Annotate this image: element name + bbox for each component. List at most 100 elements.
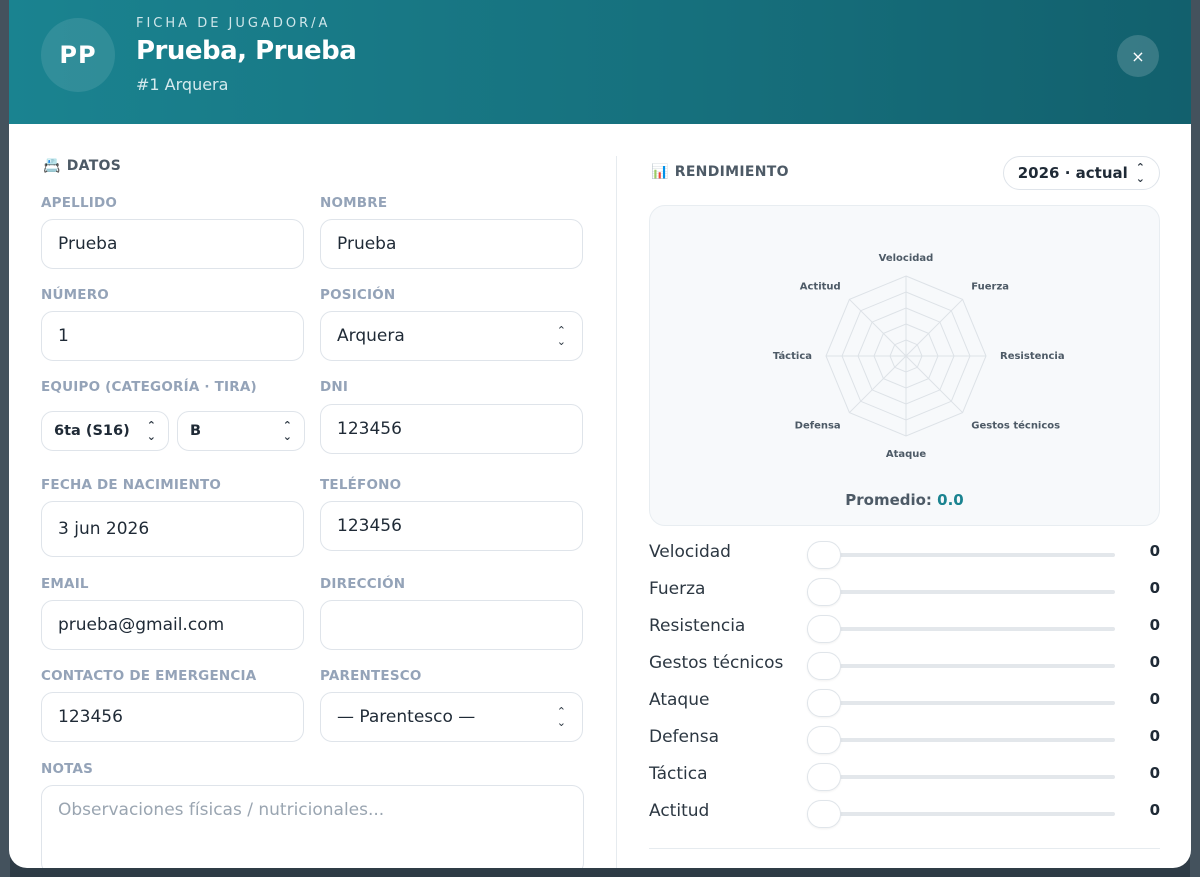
fecha-nacimiento-label: FECHA DE NACIMIENTO: [41, 477, 222, 493]
slider-thumb[interactable]: [807, 800, 841, 828]
stat-value: 0: [1149, 690, 1160, 708]
tira-select[interactable]: B ⌃ ⌄: [177, 411, 305, 451]
stat-slider[interactable]: [807, 541, 1115, 569]
notas-placeholder: Observaciones físicas / nutricionales...: [58, 800, 385, 820]
stat-row: Actitud 0: [649, 795, 1160, 832]
slider-thumb[interactable]: [807, 763, 841, 791]
modal-eyebrow: FICHA DE JUGADOR/A: [136, 16, 331, 31]
dni-label: DNI: [320, 379, 349, 395]
stat-row: Velocidad 0: [649, 536, 1160, 573]
player-modal: PP FICHA DE JUGADOR/A Prueba, Prueba #1 …: [9, 0, 1191, 868]
stat-value: 0: [1149, 579, 1160, 597]
chevron-updown-icon: ⌃ ⌄: [146, 419, 156, 443]
nombre-input[interactable]: Prueba: [320, 219, 583, 269]
notas-label: NOTAS: [41, 761, 94, 777]
stat-slider[interactable]: [807, 689, 1115, 717]
stat-value: 0: [1149, 801, 1160, 819]
parentesco-label: PARENTESCO: [320, 668, 422, 684]
stat-slider[interactable]: [807, 615, 1115, 643]
telefono-input[interactable]: 123456: [320, 501, 583, 551]
parentesco-select[interactable]: — Parentesco — ⌃ ⌄: [320, 692, 583, 742]
stat-value: 0: [1149, 616, 1160, 634]
radar-chart: Velocidad Fuerza Resistencia Gestos técnico…: [773, 253, 1065, 460]
stat-slider[interactable]: [807, 652, 1115, 680]
slider-thumb[interactable]: [807, 615, 841, 643]
apellido-value: Prueba: [58, 234, 118, 254]
slider-thumb[interactable]: [807, 652, 841, 680]
stat-name: Táctica: [649, 764, 708, 784]
backdrop-right: [1190, 0, 1200, 877]
radar-label: Fuerza: [971, 282, 1009, 293]
stat-slider[interactable]: [807, 800, 1115, 828]
parentesco-value: — Parentesco —: [337, 707, 476, 727]
contacto-emergencia-input[interactable]: 123456: [41, 692, 304, 742]
promedio-label: Promedio:: [845, 491, 932, 509]
rendimiento-panel: 📊 RENDIMIENTO 2026 · actual ⌃ ⌄ Velocidad…: [649, 124, 1160, 868]
radar-label: Actitud: [800, 282, 841, 293]
stat-name: Velocidad: [649, 542, 731, 562]
stats-bottom-divider: [649, 848, 1160, 849]
promedio: Promedio: 0.0: [650, 491, 1159, 509]
year-select[interactable]: 2026 · actual ⌃ ⌄: [1002, 156, 1160, 190]
slider-thumb[interactable]: [807, 578, 841, 606]
chevron-updown-icon: ⌃ ⌄: [556, 324, 566, 348]
tira-value: B: [190, 423, 202, 439]
dni-value: 123456: [337, 419, 402, 439]
email-label: EMAIL: [41, 576, 89, 592]
fecha-nacimiento-input[interactable]: 3 jun 2026: [41, 501, 304, 557]
modal-header: PP FICHA DE JUGADOR/A Prueba, Prueba #1 …: [9, 0, 1191, 124]
column-divider: [616, 156, 617, 868]
radar-label: Defensa: [795, 420, 841, 431]
email-input[interactable]: prueba@gmail.com: [41, 600, 304, 650]
fecha-nacimiento-value: 3 jun 2026: [58, 519, 150, 539]
bar-chart-icon: 📊: [651, 164, 669, 180]
numero-label: NÚMERO: [41, 287, 109, 303]
direccion-label: DIRECCIÓN: [320, 576, 406, 592]
stat-name: Ataque: [649, 690, 710, 710]
stat-value: 0: [1149, 727, 1160, 745]
categoria-value: 6ta (S16): [54, 423, 130, 439]
notas-textarea[interactable]: Observaciones físicas / nutricionales...: [41, 785, 584, 868]
direccion-input[interactable]: [320, 600, 583, 650]
posicion-select[interactable]: Arquera ⌃ ⌄: [320, 311, 583, 361]
chevron-updown-icon: ⌃ ⌄: [1135, 161, 1145, 185]
stat-row: Fuerza 0: [649, 573, 1160, 610]
stat-value: 0: [1149, 542, 1160, 560]
numero-input[interactable]: 1: [41, 311, 304, 361]
numero-value: 1: [58, 326, 69, 346]
dni-input[interactable]: 123456: [320, 404, 583, 454]
stat-slider[interactable]: [807, 763, 1115, 791]
radar-label: Velocidad: [879, 253, 934, 264]
id-card-icon: 📇: [43, 158, 61, 174]
slider-thumb[interactable]: [807, 541, 841, 569]
posicion-label: POSICIÓN: [320, 287, 396, 303]
chevron-updown-icon: ⌃ ⌄: [556, 705, 566, 729]
datos-panel: 📇 DATOS APELLIDO Prueba NOMBRE Prueba NÚ…: [41, 124, 586, 868]
slider-thumb[interactable]: [807, 689, 841, 717]
stat-slider[interactable]: [807, 726, 1115, 754]
rendimiento-title-text: RENDIMIENTO: [674, 164, 789, 180]
equipo-label: EQUIPO (CATEGORÍA · TIRA): [41, 379, 257, 395]
categoria-select[interactable]: 6ta (S16) ⌃ ⌄: [41, 411, 169, 451]
close-icon: ×: [1131, 46, 1145, 66]
telefono-value: 123456: [337, 516, 402, 536]
radar-card: Velocidad Fuerza Resistencia Gestos técnico…: [649, 205, 1160, 526]
contacto-emergencia-label: CONTACTO DE EMERGENCIA: [41, 668, 257, 684]
stat-row: Táctica 0: [649, 758, 1160, 795]
rendimiento-section-title: 📊 RENDIMIENTO: [651, 164, 789, 180]
avatar: PP: [41, 18, 115, 92]
slider-thumb[interactable]: [807, 726, 841, 754]
stat-slider[interactable]: [807, 578, 1115, 606]
nombre-value: Prueba: [337, 234, 397, 254]
datos-title-text: DATOS: [66, 158, 122, 174]
stat-row: Gestos técnicos 0: [649, 647, 1160, 684]
nombre-label: NOMBRE: [320, 195, 388, 211]
close-button[interactable]: ×: [1117, 35, 1159, 77]
posicion-value: Arquera: [337, 326, 405, 346]
telefono-label: TELÉFONO: [320, 477, 402, 493]
apellido-input[interactable]: Prueba: [41, 219, 304, 269]
stat-name: Defensa: [649, 727, 720, 747]
chevron-updown-icon: ⌃ ⌄: [282, 419, 292, 443]
year-value: 2026 · actual: [1017, 164, 1128, 182]
radar-label: Gestos técnicos: [971, 419, 1060, 431]
